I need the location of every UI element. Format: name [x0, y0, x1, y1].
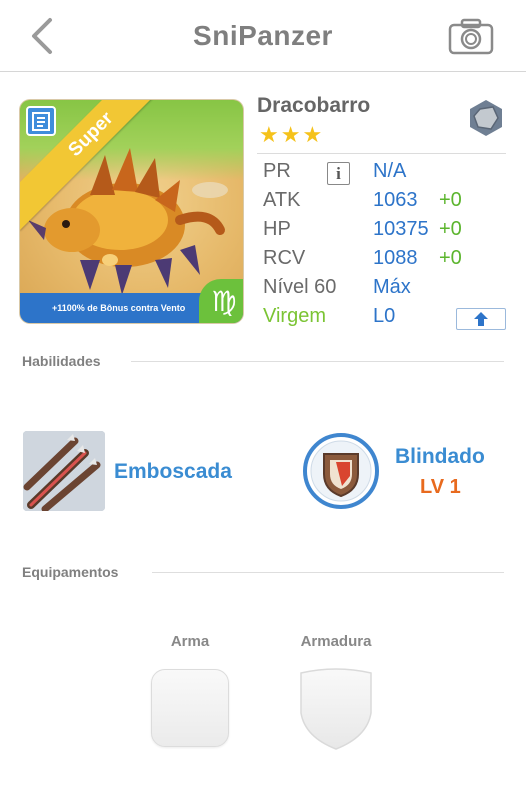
weapon-label: Arma	[170, 633, 210, 650]
stats-panel: PR i N/A ATK 1063 +0 HP 10375 +0 RCV 108…	[263, 160, 513, 334]
shield-ability-icon[interactable]	[302, 432, 380, 510]
stat-label: Nível 60	[263, 276, 337, 298]
stat-bonus: +0	[439, 218, 462, 240]
top-bar: SniPanzer	[0, 0, 526, 72]
stat-value: N/A	[373, 160, 407, 182]
arrow-up-icon	[474, 312, 488, 326]
stat-row-pr: PR i N/A	[263, 160, 513, 189]
stat-value: L0	[373, 305, 396, 327]
active-skill-icon[interactable]	[23, 431, 105, 511]
section-divider	[131, 361, 504, 362]
stat-value: 10375	[373, 218, 429, 240]
stat-bonus: +0	[439, 189, 462, 211]
arrows-icon	[23, 431, 105, 511]
stat-value: Máx	[373, 276, 411, 298]
stat-row-hp: HP 10375 +0	[263, 218, 513, 247]
info-icon[interactable]: i	[327, 162, 350, 185]
ability-level: LV 1	[420, 476, 461, 498]
virgo-zodiac-icon: ♍	[199, 279, 243, 323]
camera-button[interactable]	[448, 16, 494, 56]
armor-slot[interactable]	[297, 667, 375, 751]
stat-label: RCV	[263, 247, 306, 269]
stat-label: Virgem	[263, 305, 326, 327]
stat-label: ATK	[263, 189, 301, 211]
active-skill-name[interactable]: Emboscada	[114, 460, 232, 484]
monster-name: Dracobarro	[257, 94, 371, 117]
monster-card[interactable]: Super +1100% de Bônus contra Vento ♍	[20, 100, 243, 323]
stat-row-level: Nível 60 Máx	[263, 276, 513, 305]
rock-element-icon	[470, 100, 502, 136]
stat-label: PR	[263, 160, 291, 182]
rarity-stars: ★★★	[259, 122, 325, 147]
equipment-section-title: Equipamentos	[22, 564, 119, 580]
stat-row-atk: ATK 1063 +0	[263, 189, 513, 218]
section-divider	[152, 572, 504, 573]
skills-section-title: Habilidades	[22, 353, 101, 369]
upgrade-button[interactable]	[456, 308, 506, 330]
ability-name[interactable]: Blindado	[395, 445, 485, 469]
card-icon	[26, 106, 56, 136]
stat-label: HP	[263, 218, 291, 240]
name-divider	[257, 153, 506, 154]
weapon-slot[interactable]	[151, 669, 229, 747]
stat-row-rcv: RCV 1088 +0	[263, 247, 513, 276]
stat-bonus: +0	[439, 247, 462, 269]
armor-label: Armadura	[300, 633, 372, 650]
camera-icon	[448, 18, 494, 55]
stat-value: 1088	[373, 247, 418, 269]
stat-value: 1063	[373, 189, 418, 211]
